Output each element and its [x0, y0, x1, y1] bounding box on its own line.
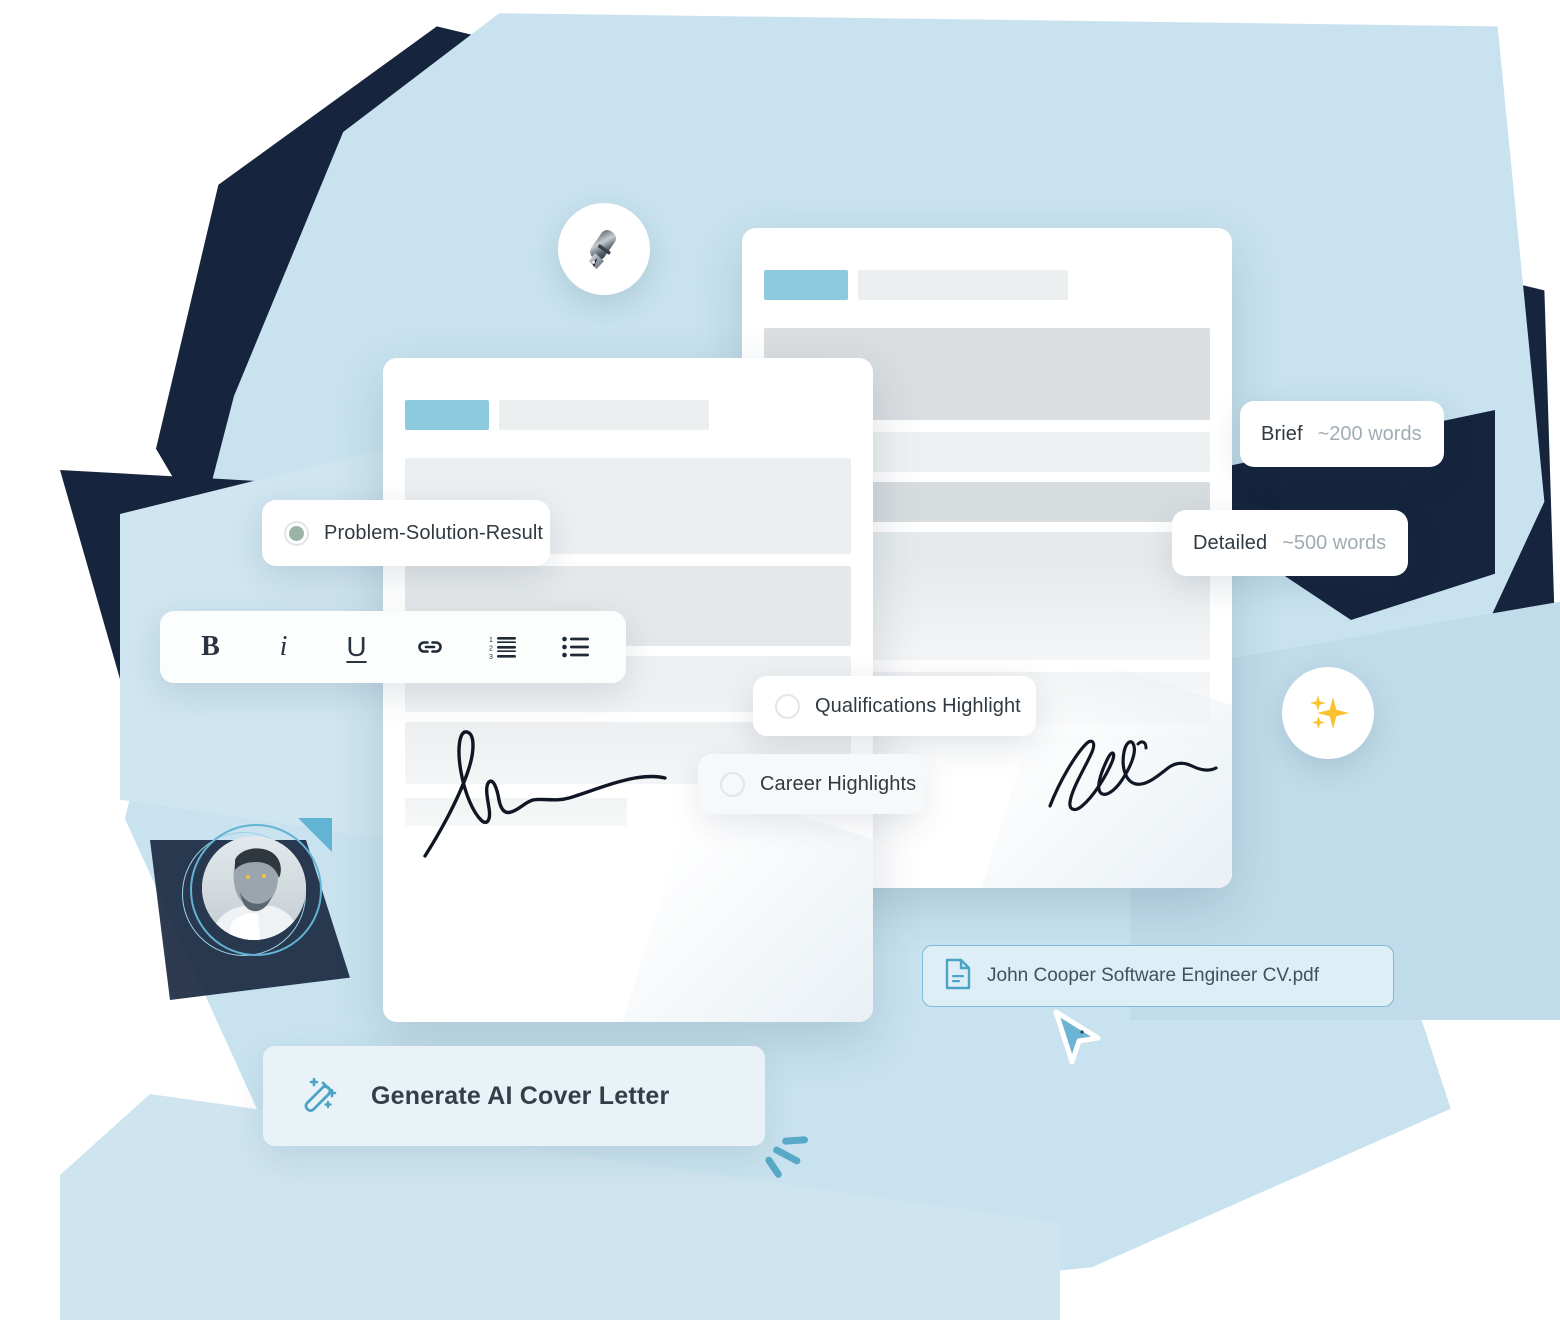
click-burst-glyph [765, 1136, 809, 1178]
radio-unselected-icon[interactable] [775, 693, 800, 719]
document-header-accent-bar [764, 270, 848, 300]
cursor-glyph [1053, 1009, 1101, 1065]
file-document-icon [943, 958, 973, 995]
handwritten-signature-icon [423, 730, 667, 858]
option-label: Career Highlights [760, 772, 917, 795]
numbered-list-icon[interactable]: 1 2 3 [480, 624, 526, 670]
svg-text:3: 3 [489, 654, 493, 661]
sparkles-badge[interactable] [1282, 667, 1374, 759]
radio-dot [289, 525, 304, 541]
click-burst-lines [758, 1130, 816, 1192]
attachment-chip[interactable]: John Cooper Software Engineer CV.pdf [922, 945, 1394, 1007]
length-label: Detailed [1193, 531, 1268, 554]
generate-ai-cover-letter-button[interactable]: Generate AI Cover Letter [263, 1046, 765, 1146]
link-icon[interactable] [407, 624, 453, 670]
document-header-placeholder-bar [499, 400, 709, 430]
user-avatar[interactable] [182, 818, 332, 958]
link-glyph [417, 641, 442, 653]
bullet-list-icon[interactable] [553, 624, 599, 670]
bold-icon[interactable]: B [188, 624, 234, 670]
document-header-row [764, 270, 1210, 300]
sparkles-icon [1310, 695, 1349, 729]
option-career-highlights[interactable]: Career Highlights [698, 754, 926, 814]
option-length-brief[interactable]: Brief ~200 words [1240, 401, 1444, 467]
radio-selected-icon[interactable] [284, 520, 309, 546]
svg-text:2: 2 [489, 646, 493, 653]
rich-text-toolbar[interactable]: B i U 1 2 3 [160, 611, 626, 683]
length-detail: ~200 words [1317, 422, 1422, 445]
bullet-list-glyph [561, 636, 589, 658]
option-qualifications-highlight[interactable]: Qualifications Highlight [753, 676, 1036, 736]
underline-icon[interactable]: U [334, 624, 380, 670]
radio-unselected-icon[interactable] [720, 771, 745, 797]
option-label: Qualifications Highlight [815, 694, 1021, 717]
signature-area [1042, 710, 1222, 820]
document-header-accent-bar [405, 400, 489, 430]
file-document-glyph [945, 958, 971, 989]
fountain-pen-icon [589, 230, 616, 269]
document-header-placeholder-bar [858, 270, 1068, 300]
magic-wand-glyph [304, 1077, 337, 1112]
avatar-portrait-icon [202, 836, 306, 940]
generate-button-label: Generate AI Cover Letter [371, 1081, 670, 1110]
option-length-detailed[interactable]: Detailed ~500 words [1172, 510, 1408, 576]
svg-text:1: 1 [489, 637, 493, 644]
magic-wand-sparkle-icon [299, 1072, 343, 1121]
option-label: Problem-Solution-Result [324, 521, 544, 544]
italic-icon[interactable]: i [261, 624, 307, 670]
numbered-list-glyph: 1 2 3 [489, 637, 516, 661]
illustration-stage: Problem-Solution-Result Qualifications H… [0, 0, 1560, 1320]
length-label: Brief [1261, 422, 1303, 445]
option-problem-solution-result[interactable]: Problem-Solution-Result [262, 500, 550, 566]
avatar-photo [202, 836, 306, 940]
signature-area [413, 716, 673, 866]
handwritten-signature-icon [1048, 739, 1218, 812]
document-header-row [405, 400, 851, 430]
attachment-filename: John Cooper Software Engineer CV.pdf [987, 965, 1320, 986]
length-detail: ~500 words [1282, 531, 1387, 554]
pen-badge[interactable] [558, 203, 650, 295]
mouse-cursor-arrow [1050, 1008, 1106, 1074]
